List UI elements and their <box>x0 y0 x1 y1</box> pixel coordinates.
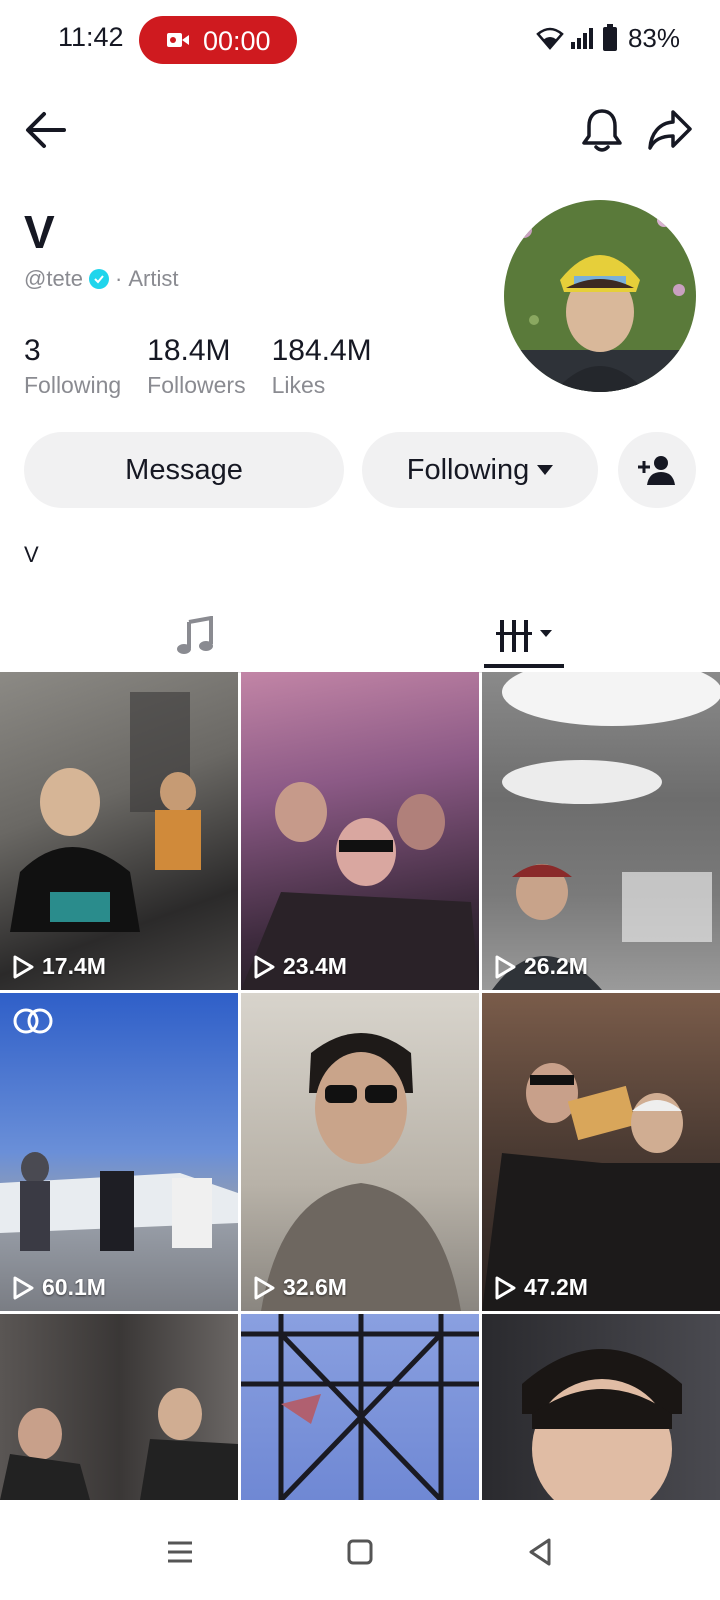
back-nav-button[interactable] <box>518 1530 562 1574</box>
video-tile[interactable]: 32.6M <box>241 993 479 1311</box>
display-name: V <box>24 206 55 258</box>
likes-label: Likes <box>271 372 326 398</box>
tab-videos[interactable] <box>484 600 564 672</box>
video-tile[interactable]: 47.2M <box>482 993 720 1311</box>
video-tile[interactable]: 17.4M <box>0 672 238 990</box>
message-button-label: Message <box>125 453 243 486</box>
stat-followers[interactable]: 18.4M Followers <box>147 334 245 399</box>
home-button[interactable] <box>338 1530 382 1574</box>
system-nav-bar <box>0 1500 720 1600</box>
battery-percent: 83% <box>627 22 680 53</box>
collab-icon <box>13 1008 53 1034</box>
content-tabs <box>0 600 720 673</box>
play-icon <box>254 955 275 978</box>
wifi-icon <box>536 27 564 50</box>
back-arrow-icon <box>26 112 66 148</box>
verified-badge-icon <box>89 269 110 289</box>
account-category[interactable]: Artist <box>128 266 178 292</box>
stat-following[interactable]: 3 Following <box>24 334 121 399</box>
handle-row: @tete · Artist <box>24 266 178 292</box>
share-button[interactable] <box>642 102 698 158</box>
separator-dot: · <box>115 266 123 291</box>
home-square-icon <box>347 1539 373 1565</box>
bell-icon <box>582 109 622 152</box>
top-nav <box>0 100 720 164</box>
active-tab-indicator <box>484 664 564 668</box>
recording-time: 00:00 <box>203 26 271 56</box>
tab-music[interactable] <box>160 600 230 672</box>
battery-icon <box>602 24 617 51</box>
play-icon <box>254 1276 275 1299</box>
status-icons: 83% <box>536 22 680 54</box>
video-tile[interactable]: 60.1M <box>0 993 238 1311</box>
followers-count: 18.4M <box>147 334 231 367</box>
bio-text: V <box>24 542 39 567</box>
video-camera-icon <box>167 33 189 47</box>
screen-recording-pill[interactable]: 00:00 <box>139 16 297 64</box>
following-label: Following <box>24 372 122 398</box>
view-count: 32.6M <box>253 1274 347 1301</box>
play-icon <box>13 955 34 978</box>
video-tile[interactable]: 23.4M <box>241 672 479 990</box>
video-tile[interactable] <box>241 1314 479 1500</box>
back-triangle-icon <box>529 1538 551 1566</box>
add-person-icon <box>638 456 675 485</box>
menu-icon <box>168 1541 192 1563</box>
play-icon <box>13 1276 34 1299</box>
video-tile[interactable]: 26.2M <box>482 672 720 990</box>
video-tile[interactable] <box>482 1314 720 1500</box>
signal-icon <box>570 28 593 49</box>
likes-count: 184.4M <box>271 334 372 367</box>
avatar[interactable] <box>504 200 696 392</box>
caret-down-icon <box>537 465 554 475</box>
notifications-button[interactable] <box>574 102 630 158</box>
status-time: 11:42 <box>58 22 124 52</box>
following-count: 3 <box>24 334 41 367</box>
view-count: 17.4M <box>12 953 106 980</box>
grid-filter-icon <box>496 620 552 652</box>
play-icon <box>495 1276 516 1299</box>
followers-label: Followers <box>147 372 246 398</box>
stat-likes[interactable]: 184.4M Likes <box>272 334 372 399</box>
play-icon <box>495 955 516 978</box>
profile-stats: 3 Following 18.4M Followers 184.4M Likes <box>24 334 398 399</box>
following-button[interactable]: Following <box>362 432 598 508</box>
view-count: 26.2M <box>494 953 588 980</box>
username-handle: @tete <box>24 266 84 291</box>
message-button[interactable]: Message <box>24 432 344 508</box>
music-note-icon <box>177 616 213 654</box>
view-count: 60.1M <box>12 1274 106 1301</box>
share-icon <box>648 110 692 150</box>
back-button[interactable] <box>18 102 74 158</box>
suggested-accounts-button[interactable] <box>618 432 696 508</box>
video-tile[interactable] <box>0 1314 238 1500</box>
recents-button[interactable] <box>158 1530 202 1574</box>
following-button-label: Following <box>406 453 530 486</box>
view-count: 23.4M <box>253 953 347 980</box>
view-count: 47.2M <box>494 1274 588 1301</box>
status-bar: 11:42 00:00 83% <box>0 0 720 80</box>
